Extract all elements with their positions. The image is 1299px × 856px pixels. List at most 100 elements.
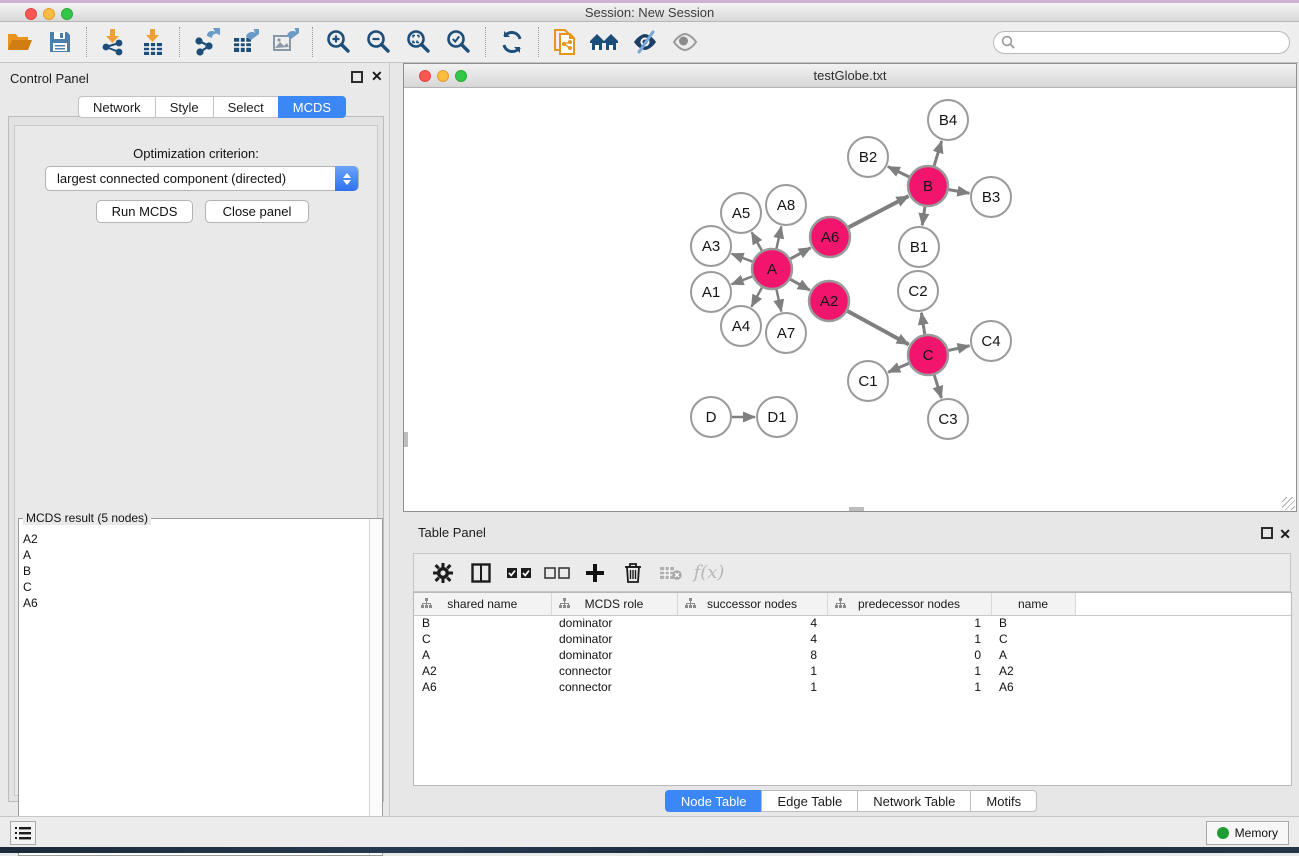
clone-network-icon[interactable] [545,25,585,59]
tab-node-table[interactable]: Node Table [665,790,762,812]
graph-edge[interactable] [732,276,753,284]
column-header-shared-name[interactable]: shared name [414,593,551,615]
graph-node-B4[interactable]: B4 [928,100,968,140]
column-header-successor-nodes[interactable]: successor nodes [677,593,827,615]
mcds-result-item[interactable]: A [21,547,368,563]
graph-node-D1[interactable]: D1 [757,397,797,437]
graph-edge[interactable] [888,363,909,372]
result-scrollbar[interactable] [369,519,382,855]
table-row[interactable]: Cdominator41C [414,631,1291,647]
graph-edge[interactable] [732,254,753,262]
tab-motifs[interactable]: Motifs [970,790,1037,812]
network-canvas[interactable]: B4 B2 B B3 A8A5 A6 A3 B1 A A1 C2 A2 A4A7 C4 C C1 C3 D D1 [404,88,1296,511]
graph-node-B3[interactable]: B3 [971,177,1011,217]
graph-node-A7[interactable]: A7 [766,313,806,353]
search-field[interactable] [993,31,1290,54]
criterion-dropdown[interactable]: largest connected component (directed) [45,166,359,191]
graph-node-B[interactable]: B [908,166,948,206]
table-row[interactable]: Adominator80A [414,647,1291,663]
graph-node-C4[interactable]: C4 [971,321,1011,361]
graph-node-A8[interactable]: A8 [766,185,806,225]
graph-edge[interactable] [847,311,908,344]
table-settings-gear-icon[interactable] [426,558,460,588]
zoom-fit-icon[interactable] [399,25,439,59]
graph-node-A1[interactable]: A1 [691,272,731,312]
graph-node-C3[interactable]: C3 [928,399,968,439]
graph-node-A6[interactable]: A6 [810,217,850,257]
network-vscroll-thumb[interactable] [404,432,408,447]
graph-edge[interactable] [948,346,969,351]
zoom-out-icon[interactable] [359,25,399,59]
memory-button[interactable]: Memory [1206,821,1289,845]
create-column-plus-icon[interactable] [578,558,612,588]
graph-edge[interactable] [934,375,941,398]
network-window-titlebar[interactable]: testGlobe.txt [404,64,1296,88]
open-session-icon[interactable] [0,25,40,59]
export-image-icon[interactable] [266,25,306,59]
unselect-all-columns-icon[interactable] [540,558,574,588]
import-network-icon[interactable] [93,25,133,59]
graph-edge[interactable] [949,190,970,194]
zoom-in-icon[interactable] [319,25,359,59]
graph-edge[interactable] [888,167,909,177]
graph-node-A5[interactable]: A5 [721,193,761,233]
graph-edge[interactable] [922,207,925,225]
close-panel-button[interactable]: Close panel [205,200,309,223]
graph-node-C[interactable]: C [908,335,948,375]
mcds-result-item[interactable]: A2 [21,531,368,547]
graph-node-A3[interactable]: A3 [691,226,731,266]
select-all-columns-icon[interactable] [502,558,536,588]
close-panel-icon[interactable]: ✕ [371,70,383,82]
graph-edge[interactable] [776,226,781,248]
export-table-icon[interactable] [226,25,266,59]
graph-node-C2[interactable]: C2 [898,271,938,311]
graph-edge[interactable] [790,279,810,290]
table-row[interactable]: A6connector11A6 [414,679,1291,695]
column-header-name[interactable]: name [991,593,1075,615]
graph-node-A2[interactable]: A2 [809,281,849,321]
column-header-predecessor-nodes[interactable]: predecessor nodes [827,593,991,615]
graph-edge[interactable] [849,196,909,227]
graph-edge[interactable] [752,232,762,250]
mcds-result-item[interactable]: A6 [21,595,368,611]
table-row[interactable]: A2connector11A2 [414,663,1291,679]
tab-edge-table[interactable]: Edge Table [761,790,857,812]
tab-network[interactable]: Network [78,96,155,118]
apply-layout-icon[interactable] [492,25,532,59]
run-mcds-button[interactable]: Run MCDS [96,200,193,223]
search-input[interactable] [1016,34,1289,52]
tab-style[interactable]: Style [155,96,213,118]
show-columns-icon[interactable] [464,558,498,588]
hide-graphics-details-icon[interactable] [625,25,665,59]
column-header-mcds-role[interactable]: MCDS role [551,593,677,615]
network-hscroll-thumb[interactable] [849,507,864,511]
network-overview-home-icon[interactable] [585,25,625,59]
graph-node-A4[interactable]: A4 [721,306,761,346]
float-table-panel-icon[interactable] [1261,527,1273,539]
export-network-icon[interactable] [186,25,226,59]
graph-edge[interactable] [752,287,762,306]
graph-edge[interactable] [921,313,924,335]
graph-edge[interactable] [776,290,781,312]
graph-edge[interactable] [934,141,942,166]
save-session-icon[interactable] [40,25,80,59]
tab-network-table[interactable]: Network Table [857,790,970,812]
close-table-panel-icon[interactable]: ✕ [1279,526,1291,543]
graph-node-B1[interactable]: B1 [899,227,939,267]
delete-column-trash-icon[interactable] [616,558,650,588]
float-panel-icon[interactable] [351,71,363,83]
graph-node-D[interactable]: D [691,397,731,437]
tab-mcds[interactable]: MCDS [278,96,346,118]
import-table-icon[interactable] [133,25,173,59]
graph-edge[interactable] [790,248,810,259]
table-row[interactable]: Bdominator41B [414,615,1291,631]
mcds-result-item[interactable]: C [21,579,368,595]
zoom-selected-icon[interactable] [439,25,479,59]
window-resize-grip[interactable] [1282,497,1295,510]
graph-node-A[interactable]: A [752,249,792,289]
task-history-button[interactable] [10,821,36,845]
graph-node-B2[interactable]: B2 [848,137,888,177]
mcds-result-item[interactable]: B [21,563,368,579]
graph-node-C1[interactable]: C1 [848,361,888,401]
tab-select[interactable]: Select [213,96,278,118]
